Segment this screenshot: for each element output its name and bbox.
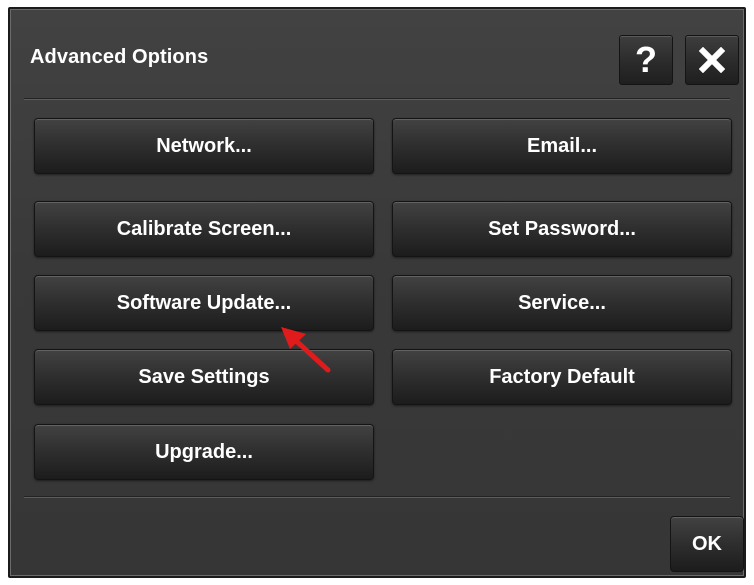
email-button[interactable]: Email... bbox=[392, 118, 732, 174]
top-divider bbox=[24, 98, 730, 100]
question-icon: ? bbox=[635, 39, 657, 80]
network-button[interactable]: Network... bbox=[34, 118, 374, 174]
calibrate-screen-button[interactable]: Calibrate Screen... bbox=[34, 201, 374, 257]
close-icon bbox=[699, 47, 725, 73]
help-button[interactable]: ? bbox=[619, 35, 673, 85]
save-settings-button[interactable]: Save Settings bbox=[34, 349, 374, 405]
dialog-title: Advanced Options bbox=[30, 46, 209, 68]
software-update-button[interactable]: Software Update... bbox=[34, 275, 374, 331]
upgrade-button[interactable]: Upgrade... bbox=[34, 424, 374, 480]
close-button[interactable] bbox=[685, 35, 739, 85]
ok-button[interactable]: OK bbox=[670, 516, 744, 572]
set-password-button[interactable]: Set Password... bbox=[392, 201, 732, 257]
advanced-options-dialog: Advanced Options ? Network... Email... C… bbox=[8, 7, 746, 578]
service-button[interactable]: Service... bbox=[392, 275, 732, 331]
factory-default-button[interactable]: Factory Default bbox=[392, 349, 732, 405]
bottom-divider bbox=[24, 496, 730, 498]
